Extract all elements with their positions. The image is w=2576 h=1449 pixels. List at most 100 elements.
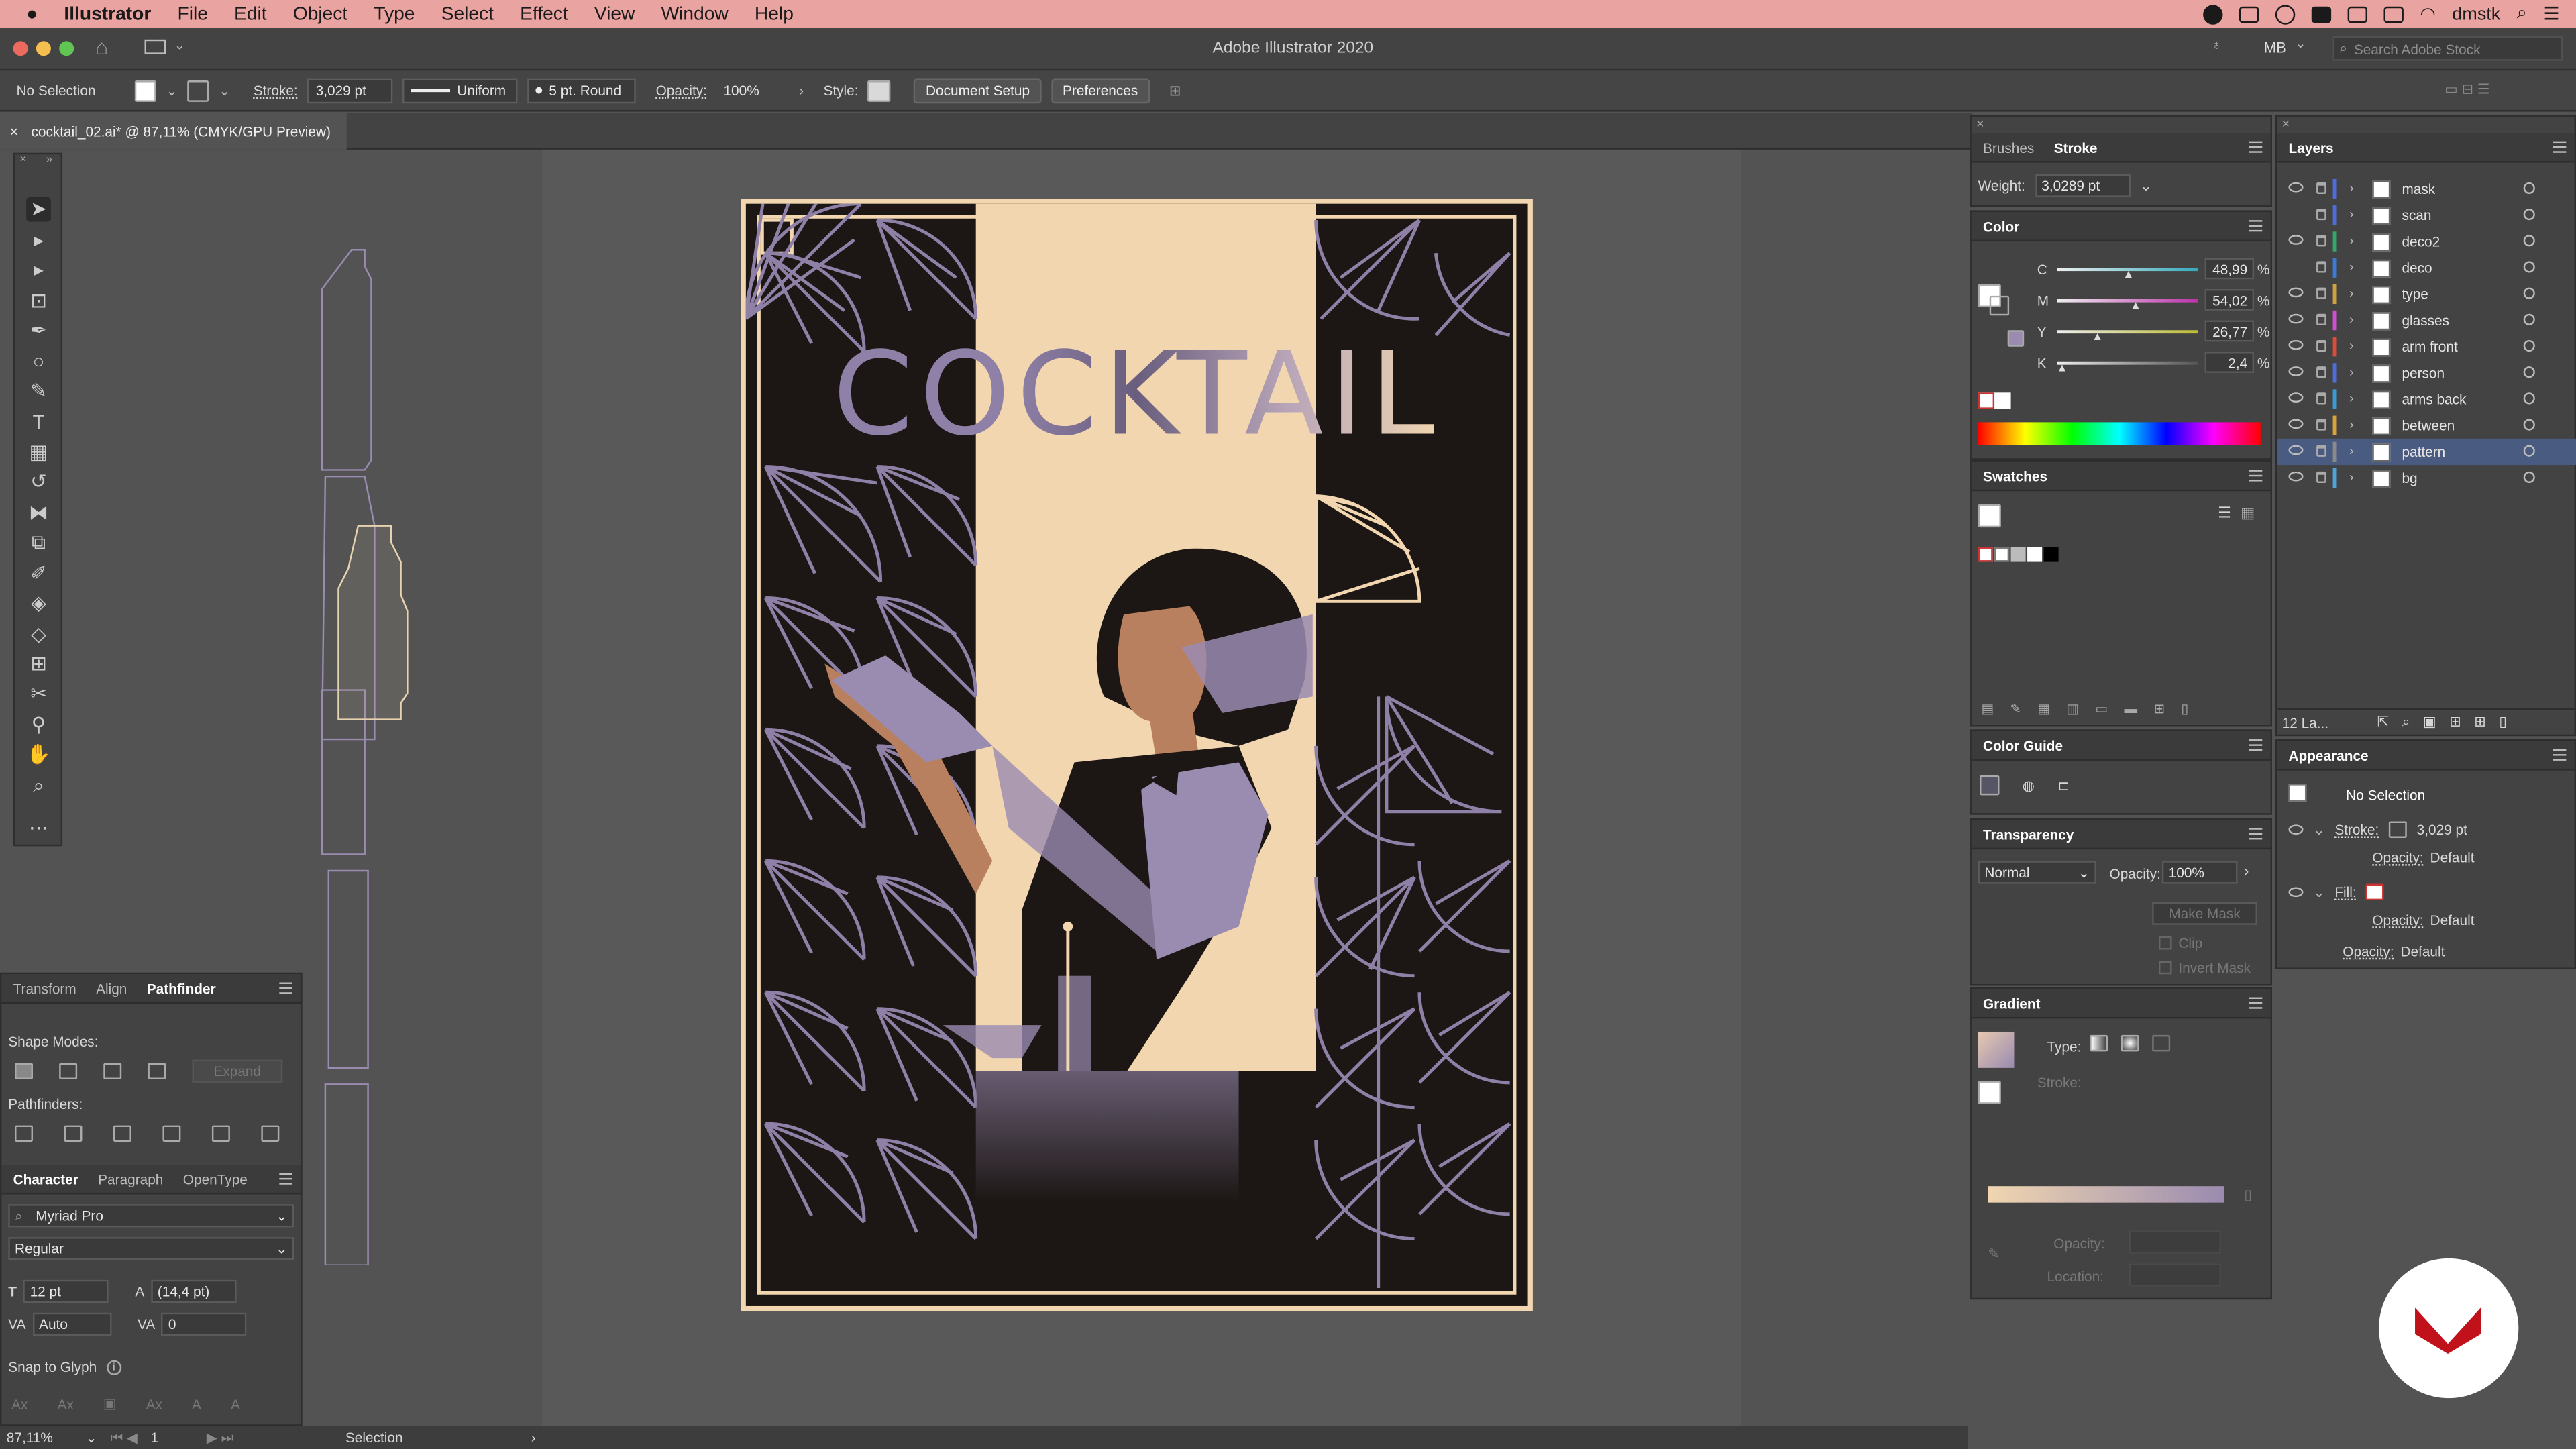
stroke-swatch[interactable] (1989, 295, 2010, 316)
ellipse-tool-icon[interactable]: ○ (26, 350, 51, 375)
close-tab-icon[interactable]: × (10, 123, 18, 140)
info-icon[interactable]: i (106, 1359, 121, 1375)
layer-row[interactable]: › pattern (2277, 438, 2576, 466)
expand-chevron-icon[interactable]: › (2349, 417, 2354, 432)
user-name[interactable]: dmstk (2452, 4, 2500, 23)
delete-layer-icon[interactable]: ▯ (2499, 713, 2506, 731)
eye-icon[interactable] (2288, 366, 2304, 376)
eye-icon[interactable] (2288, 419, 2304, 429)
opacity-label[interactable]: Opacity: (656, 82, 707, 98)
zoom-window-button[interactable] (59, 41, 74, 56)
document-setup-button[interactable]: Document Setup (914, 78, 1042, 103)
trim-icon[interactable] (64, 1125, 83, 1142)
shape-builder-tool-icon[interactable]: ◈ (26, 592, 51, 616)
lock-icon[interactable] (2316, 471, 2326, 484)
lock-icon[interactable] (2316, 235, 2326, 247)
lock-icon[interactable] (2316, 419, 2326, 431)
eye-icon[interactable] (2288, 339, 2304, 350)
linear-gradient-icon[interactable] (2090, 1034, 2108, 1052)
slider-thumb-icon[interactable]: ▲ (2056, 363, 2068, 374)
appearance-fill-label[interactable]: Fill: (2334, 884, 2356, 900)
menu-file[interactable]: File (164, 4, 221, 23)
font-size-field[interactable]: 12 pt (23, 1279, 109, 1303)
close-icon[interactable]: × (2282, 117, 2290, 131)
new-sublayer-icon[interactable]: ⊞ (2449, 713, 2461, 731)
target-icon[interactable] (2523, 287, 2535, 299)
menu-illustrator[interactable]: Illustrator (51, 4, 164, 23)
eye-icon[interactable] (2288, 445, 2304, 455)
trash-icon[interactable]: ▯ (2181, 702, 2188, 716)
swatch-gray[interactable] (2010, 547, 2026, 562)
outline-icon[interactable] (211, 1125, 230, 1142)
freeform-gradient-icon[interactable] (2152, 1034, 2171, 1052)
channel-value-field[interactable]: 2,4 (2204, 352, 2255, 373)
layer-name[interactable]: deco (2402, 260, 2432, 276)
pasteboard-shaker-sketches[interactable] (312, 246, 443, 1265)
scissors-tool-icon[interactable]: ✂ (26, 682, 51, 706)
menu-effect[interactable]: Effect (507, 4, 582, 23)
font-style-field[interactable]: Regular ⌄ (8, 1237, 294, 1260)
layer-name[interactable]: scan (2402, 207, 2431, 223)
panel-menu-icon[interactable] (2249, 828, 2263, 840)
layer-row[interactable]: › bg (2277, 465, 2576, 491)
layer-row[interactable]: › arm front (2277, 333, 2576, 360)
layer-name[interactable]: person (2402, 365, 2445, 381)
lock-icon[interactable] (2316, 287, 2326, 299)
artboard[interactable]: COCKTAIL (741, 199, 1533, 1311)
gradient-preview-swatch[interactable] (1978, 1031, 2015, 1068)
unite-icon[interactable] (15, 1063, 33, 1079)
snap-proximity-icon[interactable]: Ax (146, 1395, 162, 1411)
channel-slider[interactable] (2057, 330, 2198, 334)
s-app-icon[interactable] (2311, 5, 2332, 23)
lock-icon[interactable] (2316, 339, 2326, 352)
lock-icon[interactable] (2316, 392, 2326, 405)
exclude-icon[interactable] (148, 1063, 166, 1079)
layer-row[interactable]: › arms back (2277, 386, 2576, 413)
eraser-tool-icon[interactable]: ◇ (26, 623, 51, 647)
stock-search-input[interactable]: ⌕ Search Adobe Stock (2332, 36, 2563, 61)
opacity-field[interactable]: 100% (717, 78, 790, 103)
folder-icon[interactable]: ▬ (2124, 702, 2137, 716)
collapse-icon[interactable]: » (46, 154, 53, 166)
appearance-stroke-value[interactable]: 3,029 pt (2417, 822, 2467, 838)
home-icon[interactable]: ⌂ (95, 34, 108, 59)
tab-character[interactable]: Character (13, 1171, 78, 1187)
chevron-down-icon[interactable]: ⌄ (166, 81, 177, 99)
arrange-documents-icon[interactable] (144, 39, 166, 54)
kerning-field[interactable]: Auto (32, 1312, 111, 1336)
rotate-tool-icon[interactable]: ↺ (26, 470, 51, 494)
zoom-level-field[interactable]: 87,11% (7, 1430, 72, 1446)
free-transform-tool-icon[interactable]: ⊞ (26, 652, 51, 677)
group-selection-tool-icon[interactable]: ▸ (26, 258, 51, 282)
eye-icon[interactable] (2288, 392, 2304, 403)
appearance-stroke-label[interactable]: Stroke: (2334, 822, 2379, 838)
panel-menu-icon[interactable] (279, 982, 292, 994)
panel-menu-icon[interactable] (2553, 141, 2567, 153)
minimize-window-button[interactable] (36, 41, 51, 56)
snap-xheight-icon[interactable]: Ax (58, 1395, 74, 1411)
fill-opacity-value[interactable]: Default (2430, 912, 2475, 928)
intersect-icon[interactable] (103, 1063, 122, 1079)
width-tool-icon[interactable]: ✐ (26, 562, 51, 587)
preferences-button[interactable]: Preferences (1051, 78, 1150, 103)
channel-value-field[interactable]: 26,77 (2204, 320, 2255, 342)
close-icon[interactable]: × (19, 154, 26, 166)
swatch-library-icon[interactable]: ▤ (1981, 702, 1994, 716)
close-window-button[interactable] (13, 41, 28, 56)
brush-definition[interactable]: 5 pt. Round (527, 78, 637, 103)
leading-field[interactable]: (14,4 pt) (151, 1279, 237, 1303)
expand-chevron-icon[interactable]: › (2349, 312, 2354, 327)
divide-icon[interactable] (15, 1125, 33, 1142)
edit-toolbar-icon[interactable]: ⋯ (26, 816, 51, 841)
tab-paragraph[interactable]: Paragraph (98, 1171, 163, 1187)
fill-swatch[interactable] (134, 79, 156, 101)
airplay-icon[interactable] (2347, 5, 2368, 23)
lock-icon[interactable] (2316, 261, 2326, 273)
layer-name[interactable]: deco2 (2402, 233, 2440, 250)
graphic-style-swatch[interactable] (868, 79, 892, 101)
delete-stop-icon[interactable]: ▯ (2244, 1186, 2251, 1204)
grid-view-icon[interactable]: ▦ (2241, 504, 2255, 523)
swatch-black[interactable] (2043, 547, 2059, 562)
menu-edit[interactable]: Edit (221, 4, 280, 23)
layer-row[interactable]: › scan (2277, 202, 2576, 228)
